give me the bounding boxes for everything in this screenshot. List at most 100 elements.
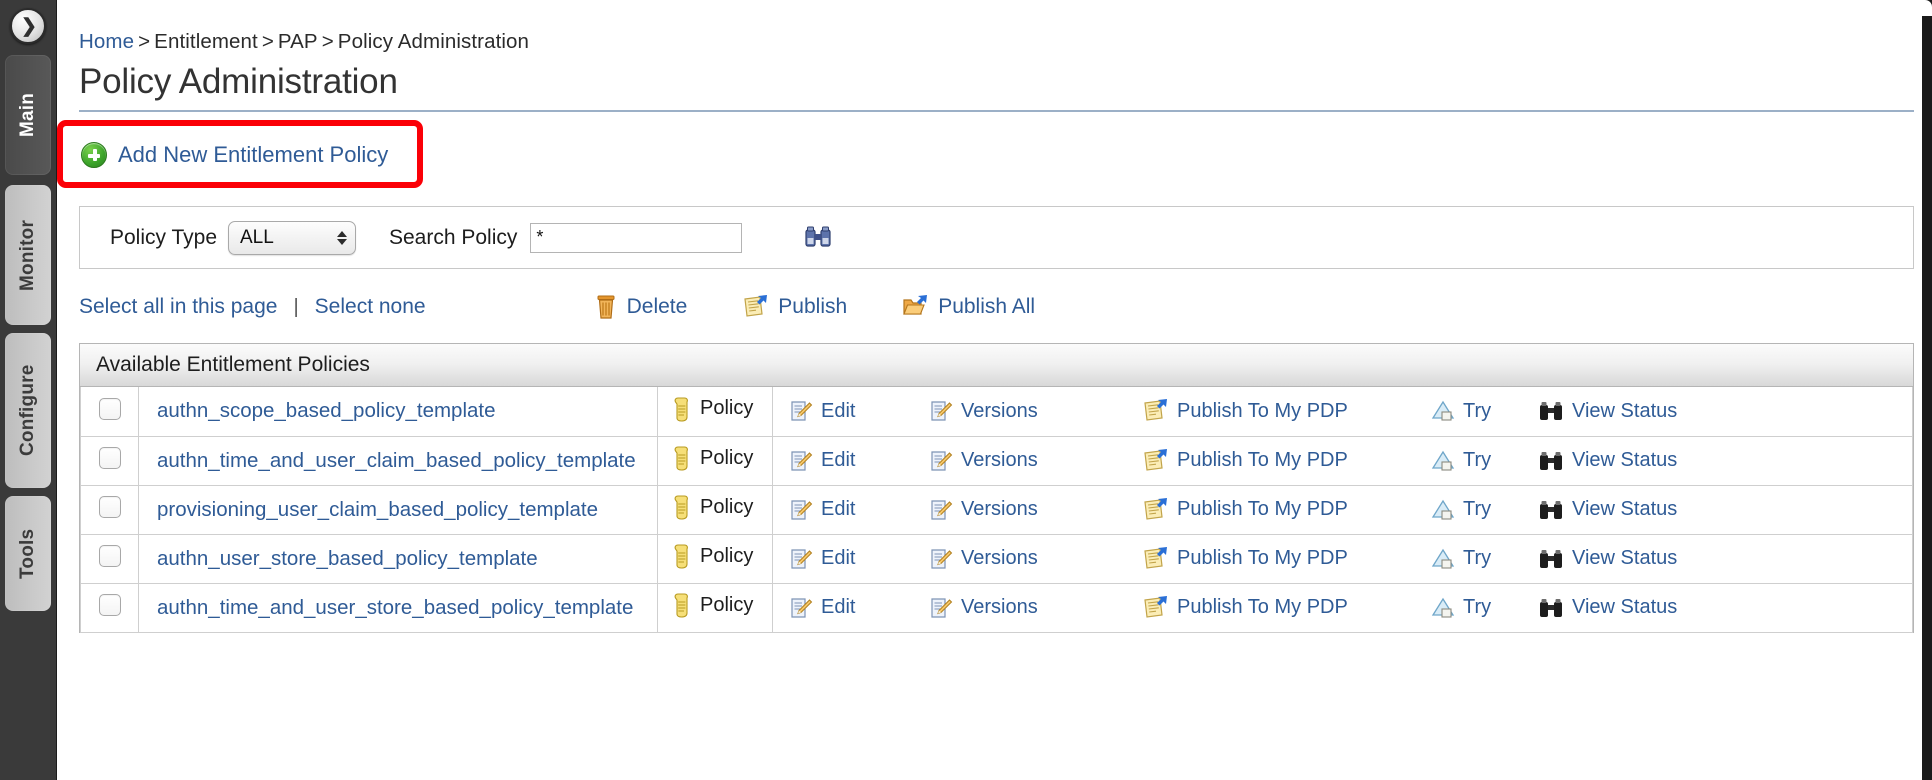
add-new-entitlement-policy-label: Add New Entitlement Policy: [118, 142, 389, 167]
sidebar-tab-tools[interactable]: Tools: [5, 496, 51, 611]
policy-name-link[interactable]: authn_user_store_based_policy_template: [157, 547, 538, 570]
sidebar-toggle-button[interactable]: ❯: [10, 8, 46, 44]
try-arrow-icon: [1431, 399, 1455, 423]
row-checkbox[interactable]: [98, 496, 121, 518]
try-arrow-icon: [1431, 449, 1455, 473]
versions-link[interactable]: Versions: [929, 547, 1141, 571]
table-row: authn_user_store_based_policy_template P…: [80, 534, 1913, 584]
versions-link[interactable]: Versions: [929, 399, 1141, 423]
try-link[interactable]: Try: [1431, 547, 1538, 571]
sidebar-tab-configure[interactable]: Configure: [5, 333, 51, 488]
search-policy-input[interactable]: [530, 222, 743, 253]
policy-type-text: Policy: [700, 495, 754, 518]
view-status-link[interactable]: View Status: [1538, 449, 1677, 473]
edit-document-icon: [789, 596, 813, 620]
edit-label: Edit: [821, 399, 856, 422]
policy-type-select-wrapper: ALL: [228, 220, 356, 255]
add-new-entitlement-policy-button[interactable]: Add New Entitlement Policy: [79, 142, 388, 168]
left-sidebar: ❯ Main Monitor Configure Tools: [0, 0, 57, 780]
row-name-cell: authn_scope_based_policy_template: [138, 387, 658, 437]
row-type-cell: Policy: [657, 534, 773, 584]
table-row: authn_time_and_user_store_based_policy_t…: [80, 583, 1913, 633]
view-status-link[interactable]: View Status: [1538, 498, 1677, 522]
policy-name-link[interactable]: provisioning_user_claim_based_policy_tem…: [157, 498, 598, 521]
row-checkbox[interactable]: [98, 545, 121, 567]
view-status-label: View Status: [1572, 547, 1678, 569]
binoculars-icon: [803, 225, 833, 251]
add-policy-section: Add New Entitlement Policy: [57, 120, 439, 188]
edit-link[interactable]: Edit: [789, 498, 929, 522]
publish-to-my-pdp-link[interactable]: Publish To My PDP: [1141, 398, 1431, 424]
view-status-label: View Status: [1572, 449, 1678, 471]
policies-table: Available Entitlement Policies authn_sco…: [79, 343, 1914, 633]
binoculars-dark-icon: [1538, 596, 1564, 620]
publish-to-my-pdp-label: Publish To My PDP: [1177, 498, 1348, 520]
publish-to-my-pdp-label: Publish To My PDP: [1177, 399, 1348, 422]
binoculars-dark-icon: [1538, 449, 1564, 473]
row-checkbox[interactable]: [98, 594, 121, 616]
edit-label: Edit: [821, 547, 856, 569]
versions-link[interactable]: Versions: [929, 498, 1141, 522]
row-type-cell: Policy: [657, 387, 773, 437]
breadcrumb-item-home[interactable]: Home: [79, 30, 134, 53]
versions-link[interactable]: Versions: [929, 596, 1141, 620]
select-none-link[interactable]: Select none: [315, 295, 426, 319]
policy-name-link[interactable]: authn_time_and_user_store_based_policy_t…: [157, 596, 633, 619]
publish-to-my-pdp-link[interactable]: Publish To My PDP: [1141, 546, 1431, 572]
row-type-cell: Policy: [657, 485, 773, 535]
policy-type-select[interactable]: ALL: [228, 220, 356, 255]
row-name-cell: provisioning_user_claim_based_policy_tem…: [138, 485, 658, 535]
publish-document-icon: [1141, 546, 1169, 572]
binoculars-dark-icon: [1538, 399, 1564, 423]
publish-to-my-pdp-link[interactable]: Publish To My PDP: [1141, 595, 1431, 621]
search-policy-label: Search Policy: [389, 225, 518, 249]
versions-document-icon: [929, 449, 953, 473]
policy-name-link[interactable]: authn_scope_based_policy_template: [157, 399, 496, 422]
sidebar-tab-main-label: Main: [17, 92, 38, 138]
select-all-link[interactable]: Select all in this page: [79, 295, 277, 319]
row-checkbox-cell: [80, 387, 139, 437]
try-link[interactable]: Try: [1431, 449, 1538, 473]
row-type-cell: Policy: [657, 583, 773, 633]
edit-link[interactable]: Edit: [789, 547, 929, 571]
edit-document-icon: [789, 399, 813, 423]
row-checkbox[interactable]: [98, 397, 121, 420]
publish-to-my-pdp-link[interactable]: Publish To My PDP: [1141, 497, 1431, 523]
bulk-actions-row: Select all in this page | Select none De…: [79, 287, 1914, 327]
policy-scroll-icon: [672, 445, 692, 471]
versions-document-icon: [929, 399, 953, 423]
try-link[interactable]: Try: [1431, 399, 1538, 423]
view-status-link[interactable]: View Status: [1538, 399, 1677, 423]
policy-name-link[interactable]: authn_time_and_user_claim_based_policy_t…: [157, 449, 636, 472]
try-link[interactable]: Try: [1431, 498, 1538, 522]
policy-scroll-icon: [672, 543, 692, 569]
publish-button[interactable]: Publish: [741, 294, 847, 320]
sidebar-tab-main[interactable]: Main: [5, 55, 51, 175]
try-arrow-icon: [1431, 596, 1455, 620]
policy-type-text: Policy: [700, 593, 754, 616]
edit-link[interactable]: Edit: [789, 449, 929, 473]
green-plus-icon: [81, 142, 107, 168]
search-policy-button[interactable]: [803, 225, 833, 251]
try-link[interactable]: Try: [1431, 596, 1538, 620]
edit-link[interactable]: Edit: [789, 596, 929, 620]
publish-all-label: Publish All: [938, 295, 1036, 318]
row-checkbox-cell: [80, 534, 139, 584]
edit-label: Edit: [821, 498, 856, 520]
edit-link[interactable]: Edit: [789, 399, 929, 423]
versions-link[interactable]: Versions: [929, 449, 1141, 473]
publish-all-button[interactable]: Publish All: [901, 294, 1035, 320]
row-actions-cell: Edit Versions Publish To My PDP Try View…: [772, 583, 1913, 633]
view-status-link[interactable]: View Status: [1538, 547, 1677, 571]
delete-button[interactable]: Delete: [594, 294, 687, 320]
row-checkbox[interactable]: [98, 447, 121, 469]
try-arrow-icon: [1431, 547, 1455, 571]
publish-to-my-pdp-link[interactable]: Publish To My PDP: [1141, 448, 1431, 474]
row-actions-cell: Edit Versions Publish To My PDP Try View…: [772, 436, 1913, 486]
sidebar-tab-monitor[interactable]: Monitor: [5, 185, 51, 325]
app-window: ❯ Main Monitor Configure Tools Home > Enti…: [0, 0, 1932, 780]
view-status-link[interactable]: View Status: [1538, 596, 1677, 620]
row-checkbox-cell: [80, 583, 139, 633]
breadcrumb-separator: >: [321, 30, 334, 53]
edit-label: Edit: [821, 596, 856, 618]
